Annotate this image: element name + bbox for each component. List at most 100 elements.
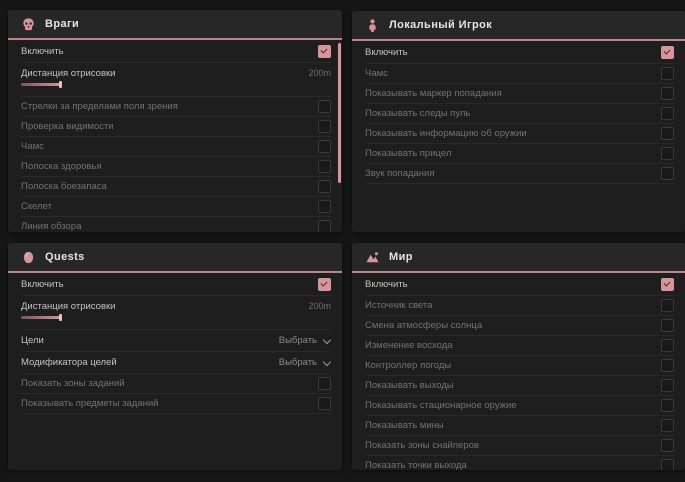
person-icon	[365, 18, 380, 33]
panel-local-player-header: Локальный Игрок	[352, 11, 685, 41]
settings-row: Полоска здоровья	[21, 157, 331, 177]
setting-label: Источник света	[365, 300, 432, 311]
settings-row: Источник света	[365, 296, 674, 316]
checkbox[interactable]	[661, 359, 674, 372]
checkbox[interactable]	[661, 107, 674, 120]
setting-label: Дистанция отрисовки	[21, 68, 115, 79]
setting-label: Показать зоны снайперов	[365, 440, 479, 451]
checkbox[interactable]	[318, 397, 331, 410]
settings-row: Цели Выбрать	[21, 330, 331, 352]
slider-handle[interactable]	[59, 81, 62, 88]
setting-label: Звук попадания	[365, 168, 435, 179]
setting-label: Показывать выходы	[365, 380, 454, 391]
checkbox[interactable]	[661, 67, 674, 80]
checkbox[interactable]	[661, 127, 674, 140]
cheat-menu-window: Враги Включить Дистанция отрисовки 200m Стр…	[0, 0, 685, 482]
settings-row: Дистанция отрисовки 200m	[21, 296, 331, 330]
settings-row: Показать точки выхода	[365, 456, 674, 470]
checkbox[interactable]	[661, 299, 674, 312]
scrollbar[interactable]	[338, 43, 341, 183]
panel-quests-header: Quests	[8, 243, 342, 273]
panel-quests-body: Включить Дистанция отрисовки 200m Цели Выбра…	[8, 273, 342, 414]
settings-row: Смена атмосферы солнца	[365, 316, 674, 336]
setting-label: Полоска здоровья	[21, 161, 102, 172]
setting-label: Показывать маркер попадания	[365, 88, 502, 99]
dropdown[interactable]: Выбрать	[279, 335, 331, 346]
checkbox[interactable]	[661, 439, 674, 452]
setting-label: Включить	[365, 279, 408, 290]
checkbox[interactable]	[661, 87, 674, 100]
checkbox[interactable]	[318, 220, 331, 232]
settings-row: Модификатора целейВыбрать	[21, 352, 331, 374]
setting-label: Показывать мины	[365, 420, 444, 431]
setting-label: Смена атмосферы солнца	[365, 320, 482, 331]
settings-row: Включить	[21, 40, 331, 63]
setting-label: Чамс	[21, 141, 44, 152]
settings-row: Показывать прицел	[365, 144, 674, 164]
settings-row: Показывать стационарное оружие	[365, 396, 674, 416]
setting-label: Дистанция отрисовки	[21, 301, 115, 312]
dropdown[interactable]: Выбрать	[279, 357, 331, 368]
panel-enemies-body: Включить Дистанция отрисовки 200m Стрелки з…	[8, 40, 342, 232]
checkbox[interactable]	[318, 377, 331, 390]
slider-value: 200m	[308, 68, 331, 78]
settings-row: Звук попадания	[365, 164, 674, 184]
settings-row: Показать зоны заданий	[21, 374, 331, 394]
checkbox[interactable]	[661, 278, 674, 291]
dropdown-value: Выбрать	[279, 335, 317, 346]
checkbox[interactable]	[661, 46, 674, 59]
quest-icon	[21, 250, 36, 265]
slider[interactable]	[21, 316, 61, 319]
panel-title: Локальный Игрок	[389, 19, 492, 31]
setting-label: Показывать стационарное оружие	[365, 400, 517, 411]
slider-value: 200m	[308, 301, 331, 311]
setting-label: Показать точки выхода	[365, 460, 467, 470]
setting-label: Проверка видимости	[21, 121, 114, 132]
setting-label: Полоска боезапаса	[21, 181, 107, 192]
checkbox[interactable]	[661, 399, 674, 412]
settings-row: Показать зоны снайперов	[365, 436, 674, 456]
checkbox[interactable]	[661, 147, 674, 160]
panel-enemies-header: Враги	[8, 10, 342, 40]
slider[interactable]	[21, 83, 61, 86]
settings-row: Контроллер погоды	[365, 356, 674, 376]
setting-label: Показывать прицел	[365, 148, 451, 159]
setting-label: Контроллер погоды	[365, 360, 451, 371]
checkbox[interactable]	[318, 140, 331, 153]
chevron-down-icon	[324, 337, 331, 344]
settings-row: Показывать информацию об оружии	[365, 124, 674, 144]
checkbox[interactable]	[318, 45, 331, 58]
settings-row: Включить	[365, 41, 674, 64]
checkbox[interactable]	[661, 379, 674, 392]
setting-label: Включить	[21, 279, 64, 290]
setting-label: Стрелки за пределами поля зрения	[21, 101, 178, 112]
setting-label: Цели	[21, 335, 44, 346]
checkbox[interactable]	[318, 200, 331, 213]
checkbox[interactable]	[661, 319, 674, 332]
checkbox[interactable]	[661, 459, 674, 470]
panel-title: Враги	[45, 18, 79, 30]
checkbox[interactable]	[661, 167, 674, 180]
setting-label: Изменение восхода	[365, 340, 453, 351]
checkbox[interactable]	[318, 120, 331, 133]
settings-row: Показывать мины	[365, 416, 674, 436]
panel-local-player-body: ВключитьЧамс Показывать маркер попадания П…	[352, 41, 685, 184]
dropdown-value: Выбрать	[279, 357, 317, 368]
checkbox[interactable]	[661, 419, 674, 432]
settings-row: Чамс	[365, 64, 674, 84]
checkbox[interactable]	[318, 180, 331, 193]
checkbox[interactable]	[318, 160, 331, 173]
panel-quests: Quests Включить Дистанция отрисовки 200m Це…	[8, 243, 342, 470]
slider-handle[interactable]	[59, 314, 62, 321]
setting-label: Показывать информацию об оружии	[365, 128, 527, 139]
panel-title: Мир	[389, 251, 413, 263]
checkbox[interactable]	[661, 339, 674, 352]
panel-world-body: Включить Источник света Смена атмосферы со…	[352, 273, 685, 470]
checkbox[interactable]	[318, 100, 331, 113]
chevron-down-icon	[324, 359, 331, 366]
settings-row: Полоска боезапаса	[21, 177, 331, 197]
skull-icon	[21, 17, 36, 32]
settings-row: Показывать следы пуль	[365, 104, 674, 124]
checkbox[interactable]	[318, 278, 331, 291]
settings-row: Изменение восхода	[365, 336, 674, 356]
